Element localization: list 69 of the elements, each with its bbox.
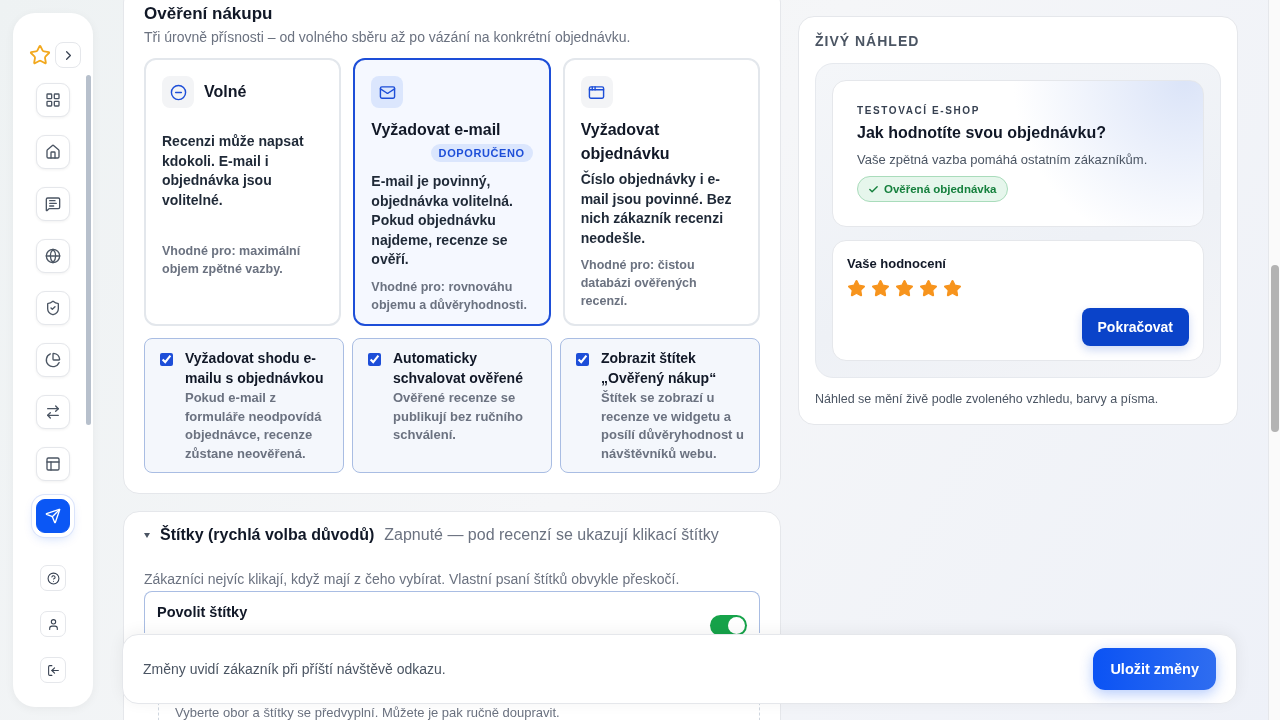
globe-icon [45, 248, 61, 264]
option-description: Ověřené recenze se publikují bez ručního schválení. [393, 389, 524, 444]
user-icon [46, 617, 60, 631]
option-checkbox[interactable] [160, 353, 173, 366]
expand-button[interactable] [55, 42, 81, 68]
star-logo-icon [29, 44, 51, 66]
scrollbar-thumb[interactable] [1271, 265, 1279, 432]
level-title: Volné [204, 82, 247, 102]
option-title: Automaticky schvalovat ověřené [393, 349, 524, 388]
option-checkbox[interactable] [576, 353, 589, 366]
home-icon [45, 144, 61, 160]
caret-icon[interactable] [144, 532, 150, 538]
rating-label: Vaše hodnocení [847, 256, 947, 271]
logout-button[interactable] [40, 657, 66, 683]
option-description: Pokud e-mail z formuláře neodpovídá objednávce, recenze zůstane neověřená. [185, 389, 323, 463]
logout-icon [46, 663, 60, 677]
continue-button[interactable]: Pokračovat [1081, 308, 1189, 346]
layout-icon [45, 456, 61, 472]
level-hint: Vhodné pro: rovnováhu objemu a důvěryhodnosti. [371, 278, 528, 314]
sidebar-scrollbar[interactable] [86, 75, 91, 425]
save-button[interactable]: Uložit změny [1093, 648, 1216, 690]
option-description: Štítek se zobrazí u recenze ve widgetu a posílí důvěryhodnost u návštěvníků webu. [601, 389, 745, 463]
option-title: Vyžadovat shodu e-mailu s objednávkou [185, 349, 325, 388]
star-icon[interactable] [943, 279, 962, 298]
star-icon[interactable] [871, 279, 890, 298]
level-description: E-mail je povinný, objednávka volitelná. Pokud objednávku najdeme, recenze se ověří. [371, 172, 514, 269]
shield-icon [45, 300, 61, 316]
grid-icon [45, 92, 61, 108]
option-checkbox[interactable] [368, 353, 381, 366]
check-icon [868, 183, 879, 195]
recommended-badge: DOPORUČENO [430, 144, 533, 162]
level-option-card[interactable]: Vyžadovat e-mail DOPORUČENO E-mail je povinný, objednávka volitelná. Pokud objednávku najdeme, recenze se ověří. Vhodné pro: rovnováhu objemu a důvěryhodnosti. [353, 58, 551, 326]
message-icon [45, 196, 61, 212]
level-option-card[interactable]: Volné Recenzi může napsat kdokoli. E-mail i objednávka jsou volitelné. Vhodné pro: maximální objem zpětné vazby. [144, 58, 342, 326]
section-title: Štítky (rychlá volba důvodů) [160, 526, 375, 544]
window-icon [588, 83, 606, 101]
pie-chart-icon [45, 352, 61, 368]
section-subtitle: Tři úrovně přísnosti – od volného sběru až po vázání na konkrétní objednávku. [144, 29, 632, 45]
shop-name: TESTOVACÍ E-SHOP [857, 105, 982, 116]
arrows-icon [45, 404, 61, 420]
level-title: Vyžadovat objednávku [580, 120, 671, 164]
help-icon [46, 571, 60, 585]
panel-hint: Vyberte obor a štítky se předvyplní. Můžete je pak ručně doupravit. [175, 706, 561, 719]
help-button[interactable] [40, 565, 66, 591]
minus-circle-icon [169, 83, 187, 101]
question-subtitle: Vaše zpětná vazba pomáhá ostatním zákazníkům. [857, 152, 1149, 167]
preview-note: Náhled se mění živě podle zvoleného vzhledu, barvy a písma. [815, 392, 1160, 406]
toggle-switch[interactable] [710, 615, 747, 636]
level-description: Recenzi může napsat kdokoli. E-mail i objednávka jsou volitelné. [162, 132, 305, 210]
section-status: Zapnuté — pod recenzí se ukazují klikací štítky [384, 526, 719, 544]
level-description: Číslo objednávky i e-mail jsou povinné. Bez nich zákazník recenzi neodešle. [580, 170, 733, 248]
section-description: Zákazníci nejvíc klikají, když mají z čeho vybírat. Vlastní psaní štítků obvykle přeskočí. [144, 571, 681, 587]
level-hint: Vhodné pro: maximální objem zpětné vazby. [162, 243, 302, 278]
verified-badge: Ověřená objednávka [857, 176, 1008, 202]
footer-message: Změny uvidí zákazník při příští návštěvě odkazu. [143, 661, 446, 677]
toggle-label: Povolit štítky [157, 604, 248, 620]
star-icon[interactable] [895, 279, 914, 298]
question-title: Jak hodnotíte svou objednávku? [857, 124, 1107, 142]
level-hint: Vhodné pro: čistou databázi ověřených recenzí. [580, 257, 698, 310]
level-option-card[interactable]: Vyžadovat objednávku Číslo objednávky i e-mail jsou povinné. Bez nich zákazník recenzi neodešle. Vhodné pro: čistou databázi ověřených recenzí. [562, 58, 760, 326]
section-title: Ověření nákupu [144, 3, 274, 25]
send-icon [45, 508, 61, 524]
profile-button[interactable] [40, 611, 66, 637]
option-title: Zobrazit štítek „Ověřený nákup“ [601, 349, 718, 388]
level-title: Vyžadovat e-mail [371, 120, 501, 140]
star-icon[interactable] [847, 279, 866, 298]
preview-title: ŽIVÝ NÁHLED [815, 33, 921, 49]
mail-icon [378, 83, 396, 101]
star-icon[interactable] [919, 279, 938, 298]
